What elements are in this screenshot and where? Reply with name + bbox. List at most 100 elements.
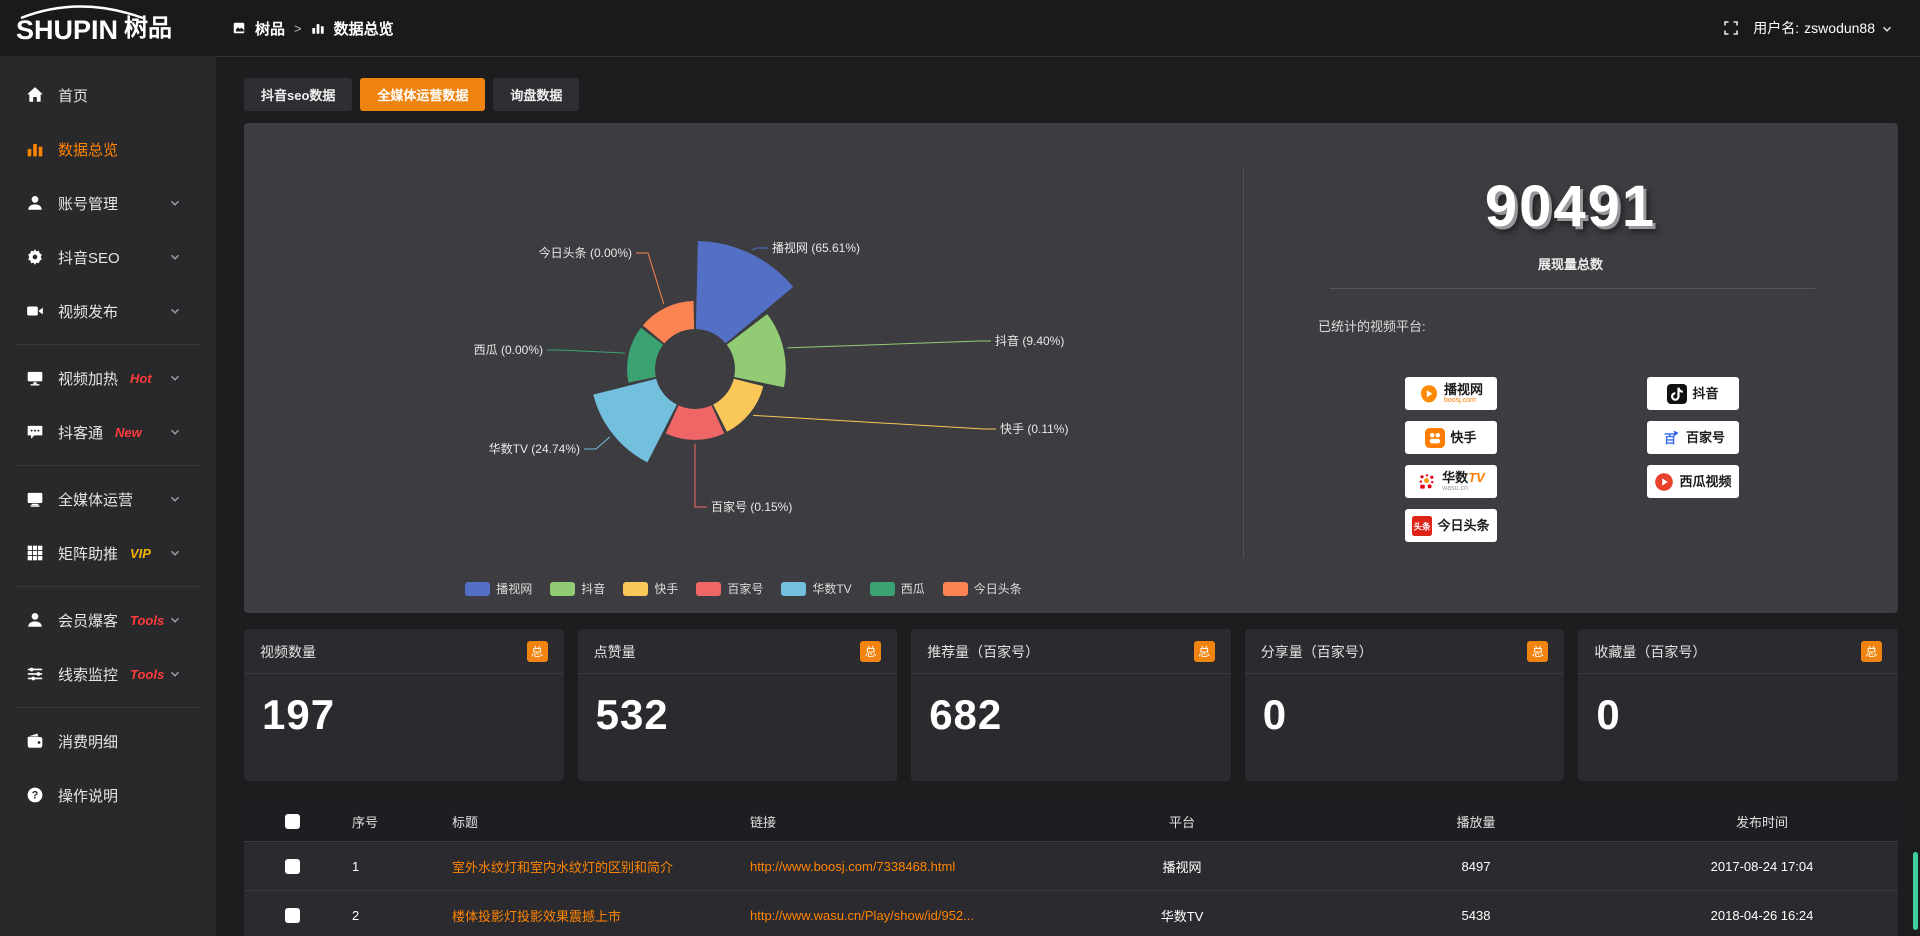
home-icon — [26, 86, 44, 104]
platform-subtext: wasu.cn — [1442, 485, 1468, 492]
column-header: 标题 — [440, 801, 738, 842]
tab-2[interactable]: 全媒体运营数据 — [360, 78, 485, 111]
select-all-header — [244, 801, 340, 842]
sidebar-item-4[interactable]: 抖音SEO — [0, 230, 216, 284]
chevron-down-icon — [168, 492, 182, 506]
tab-1[interactable]: 抖音seo数据 — [244, 78, 352, 111]
chart-panel: 播视网 (65.61%)抖音 (9.40%)快手 (0.11%)百家号 (0.1… — [244, 123, 1898, 613]
tab-3[interactable]: 询盘数据 — [493, 78, 579, 111]
chevron-down-icon — [168, 304, 182, 318]
pie-label-line — [753, 415, 996, 429]
sidebar-item-label: 消费明细 — [58, 731, 118, 752]
bar-chart-icon — [26, 140, 44, 158]
gear-icon — [26, 248, 44, 266]
logo-arc — [17, 5, 147, 24]
table-row: 2楼体投影灯投影效果震撼上市http://www.wasu.cn/Play/sh… — [244, 891, 1898, 936]
platform-badge: 播视网boosj.com — [1405, 377, 1497, 410]
sidebar-item-3[interactable]: 账号管理 — [0, 176, 216, 230]
sidebar-item-1[interactable]: 首页 — [0, 68, 216, 122]
total-badge: 总 — [1194, 641, 1215, 662]
stat-card-value: 682 — [911, 674, 1231, 756]
sidebar-item-12[interactable]: 消费明细 — [0, 714, 216, 768]
sidebar-item-10[interactable]: 会员爆客Tools — [0, 593, 216, 647]
chevron-down-icon — [168, 196, 182, 210]
legend-item[interactable]: 西瓜 — [870, 580, 925, 597]
legend-item[interactable]: 百家号 — [696, 580, 763, 597]
pie-slice[interactable] — [713, 379, 763, 432]
sidebar-item-8[interactable]: 全媒体运营 — [0, 472, 216, 526]
chevron-down-icon — [168, 250, 182, 264]
sidebar-item-label: 账号管理 — [58, 193, 118, 214]
sidebar-item-9[interactable]: 矩阵助推VIP — [0, 526, 216, 580]
legend-label: 播视网 — [496, 580, 532, 597]
column-header: 平台 — [1038, 801, 1326, 842]
user-menu[interactable]: 用户名: zswodun88 — [1753, 18, 1894, 38]
stat-card-header: 推荐量（百家号）总 — [911, 629, 1231, 674]
cell-platform: 华数TV — [1038, 891, 1326, 936]
column-header: 发布时间 — [1626, 801, 1898, 842]
stat-card-title: 点赞量 — [594, 642, 636, 662]
fullscreen-icon[interactable] — [1723, 20, 1739, 36]
legend-item[interactable]: 今日头条 — [943, 580, 1022, 597]
row-checkbox[interactable] — [285, 908, 300, 923]
breadcrumb-current[interactable]: 数据总览 — [334, 18, 394, 39]
pie-label: 华数TV (24.74%) — [489, 441, 580, 456]
platforms-title: 已统计的视频平台: — [1318, 316, 1898, 335]
sidebar-item-6[interactable]: 视频加热Hot — [0, 351, 216, 405]
chat-icon — [26, 423, 44, 441]
legend-swatch — [781, 582, 806, 596]
stat-card-header: 收藏量（百家号）总 — [1578, 629, 1898, 674]
legend-item[interactable]: 抖音 — [550, 580, 605, 597]
pie-slice[interactable] — [666, 405, 725, 439]
breadcrumb-home[interactable]: 树品 — [255, 18, 285, 39]
summary-panel: 90491 展现量总数 已统计的视频平台: 播视网boosj.com抖音快手百百… — [1243, 123, 1898, 613]
stat-card-3: 推荐量（百家号）总682 — [911, 629, 1231, 781]
total-badge: 总 — [860, 641, 881, 662]
select-all-checkbox[interactable] — [285, 814, 300, 829]
pie-label-line — [636, 253, 664, 304]
sidebar-item-11[interactable]: 线索监控Tools — [0, 647, 216, 701]
stat-card-4: 分享量（百家号）总0 — [1245, 629, 1565, 781]
sidebar-item-2[interactable]: 数据总览 — [0, 122, 216, 176]
breadcrumb: 树品 > 数据总览 — [232, 18, 394, 39]
legend-item[interactable]: 华数TV — [781, 580, 851, 597]
pie-slice[interactable] — [593, 379, 677, 463]
kuaishou-icon — [1425, 428, 1445, 448]
cell-title[interactable]: 室外水纹灯和室内水纹灯的区别和简介 — [440, 842, 738, 891]
pie-label: 快手 (0.11%) — [1000, 422, 1068, 436]
videos-table: 序号标题链接平台播放量发布时间 1室外水纹灯和室内水纹灯的区别和简介http:/… — [244, 801, 1898, 936]
legend-item[interactable]: 播视网 — [465, 580, 532, 597]
question-icon: ? — [26, 786, 44, 804]
cell-time: 2017-08-24 17:04 — [1626, 842, 1898, 891]
pie-slice[interactable] — [696, 241, 793, 343]
cell-link[interactable]: http://www.boosj.com/7338468.html — [738, 842, 1038, 891]
app-logo: SHUPIN 树品 — [0, 0, 216, 56]
legend-swatch — [696, 582, 721, 596]
boosj-icon — [1419, 384, 1439, 404]
stat-card-header: 分享量（百家号）总 — [1245, 629, 1565, 674]
user-icon — [26, 194, 44, 212]
sidebar-item-7[interactable]: 抖客通New — [0, 405, 216, 459]
sidebar-divider — [16, 707, 200, 708]
platform-badge: 西瓜视频 — [1647, 465, 1739, 498]
cell-title[interactable]: 楼体投影灯投影效果震撼上市 — [440, 891, 738, 936]
sidebar-item-13[interactable]: ?操作说明 — [0, 768, 216, 822]
stat-card-1: 视频数量总197 — [244, 629, 564, 781]
page-scrollbar-thumb[interactable] — [1913, 852, 1918, 930]
wallet-icon — [26, 732, 44, 750]
cell-link[interactable]: http://www.wasu.cn/Play/show/id/952... — [738, 891, 1038, 936]
legend-label: 西瓜 — [901, 580, 925, 597]
stat-card-value: 0 — [1245, 674, 1565, 756]
legend-item[interactable]: 快手 — [623, 580, 678, 597]
sidebar-divider — [16, 586, 200, 587]
legend-swatch — [870, 582, 895, 596]
monitor-icon — [26, 369, 44, 387]
platform-badge: 抖音 — [1647, 377, 1739, 410]
sidebar-item-tag: Tools — [130, 667, 164, 682]
sidebar-item-5[interactable]: 视频发布 — [0, 284, 216, 338]
chevron-down-icon — [168, 371, 182, 385]
sidebar-item-tag: VIP — [130, 546, 151, 561]
stat-card-title: 视频数量 — [260, 642, 316, 662]
sidebar-item-label: 抖音SEO — [58, 247, 120, 268]
row-checkbox[interactable] — [285, 859, 300, 874]
